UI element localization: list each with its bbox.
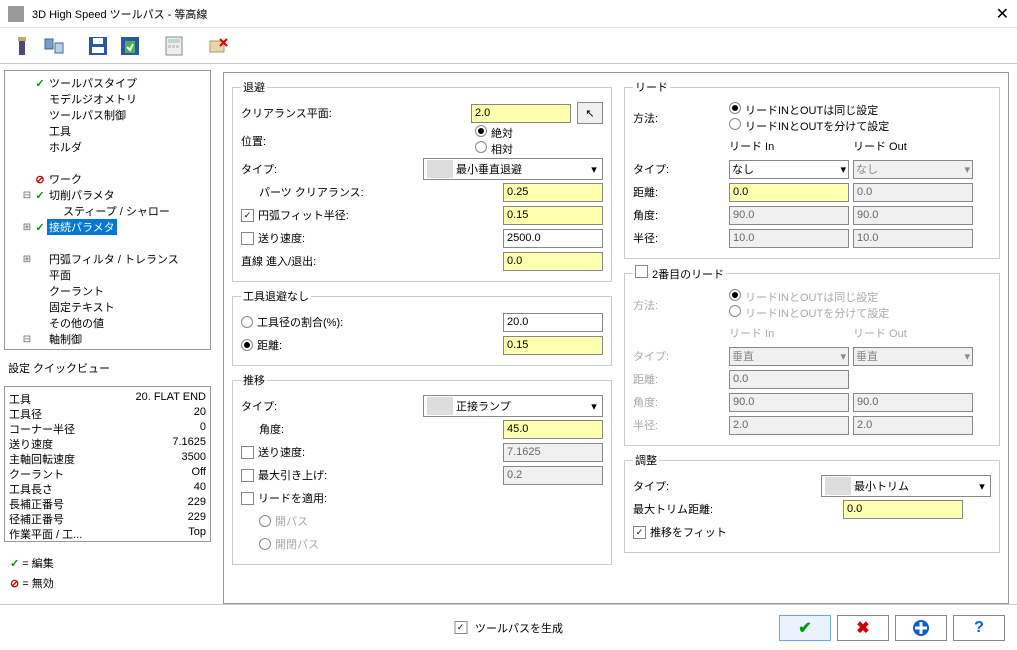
lead2-check[interactable] <box>635 265 648 278</box>
lead-type-in-select[interactable]: なし▾ <box>729 160 849 179</box>
trans-angle-input[interactable] <box>503 420 603 439</box>
lead2-type-in-select: 垂直▾ <box>729 347 849 366</box>
dist-label: 距離: <box>257 337 503 353</box>
trans-feed-label: 送り速度: <box>258 444 503 460</box>
lead-group: リード 方法: リードINとOUTは同じ設定 リードINとOUTを分けて設定 リ… <box>624 79 1000 259</box>
parts-clearance-input[interactable] <box>503 183 603 202</box>
tree-item-label[interactable]: その他の値 <box>47 315 106 331</box>
help-button[interactable]: ? <box>953 615 1005 641</box>
app-icon <box>8 6 24 22</box>
tree-item-label[interactable]: ツールパス制御 <box>47 107 128 123</box>
tool-icon[interactable] <box>10 34 34 58</box>
quickview: 工具20. FLAT END 工具径20コーナー半径0送り速度7.1625主軸回… <box>4 386 211 542</box>
cancel-button[interactable]: ✖ <box>837 615 889 641</box>
lead2-type-out-select: 垂直▾ <box>853 347 973 366</box>
trans-applylead-check[interactable] <box>241 492 254 505</box>
tree-item-label[interactable]: 円弧フィルタ / トレランス <box>47 251 181 267</box>
trans-angle-label: 角度: <box>259 421 503 437</box>
tree-item-label[interactable]: ワーク <box>47 171 84 187</box>
arcfit-label: 円弧フィット半径: <box>258 207 503 223</box>
tree-item-label[interactable]: ツールパスタイプ <box>47 75 139 91</box>
rel-radio[interactable] <box>475 141 487 153</box>
clearance-plane-label: クリアランス平面: <box>241 105 471 121</box>
generate-toolpath-check[interactable]: ツールパスを生成 <box>454 620 563 636</box>
lead2-group: 2番目のリード 方法: リードINとOUTは同じ設定 リードINとOUTを分けて… <box>624 265 1000 446</box>
tree-item-label[interactable]: 平面 <box>47 267 73 283</box>
window-title: 3D High Speed ツールパス - 等高線 <box>32 6 996 22</box>
add-button[interactable] <box>895 615 947 641</box>
feed-input[interactable] <box>503 229 603 248</box>
noretreat-group: 工具退避なし 工具径の割合(%): 距離: <box>232 288 612 366</box>
tree-item-label[interactable]: 固定テキスト <box>47 299 117 315</box>
tree-item-label[interactable]: 軸の組み合わせ <box>61 347 142 350</box>
arcfit-check[interactable] <box>241 209 254 222</box>
retreat-type-label: タイプ: <box>241 161 423 177</box>
openpath-radio <box>259 515 271 527</box>
quickview-title: 設定 クイックビュー <box>4 358 211 378</box>
tree-item-label[interactable]: モデルジオメトリ <box>47 91 139 107</box>
toolbar <box>0 28 1017 64</box>
openclose-radio <box>259 538 271 550</box>
adjust-type-select[interactable]: 最小トリム▾ <box>821 475 991 497</box>
compare-icon[interactable] <box>42 34 66 58</box>
lead-type-out-select: なし▾ <box>853 160 973 179</box>
transition-group: 推移 タイプ: 正接ランプ▾ 角度: 送り速度: <box>232 372 612 565</box>
lead2-m1-radio <box>729 289 741 301</box>
position-label: 位置: <box>241 133 475 149</box>
save-icon[interactable] <box>86 34 110 58</box>
nav-tree[interactable]: ✓ツールパスタイプモデルジオメトリツールパス制御工具ホルダ ⊘ワーク⊟✓切削パラ… <box>4 70 211 350</box>
parts-clearance-label: パーツ クリアランス: <box>259 184 503 200</box>
tree-item-label[interactable]: 接続パラメタ <box>47 219 117 235</box>
open-icon[interactable] <box>118 34 142 58</box>
toolpct-input[interactable] <box>503 313 603 332</box>
maxtrim-input[interactable] <box>843 500 963 519</box>
feed-check[interactable] <box>241 232 254 245</box>
close-icon[interactable]: ✕ <box>996 4 1009 24</box>
tree-item-label[interactable]: ホルダ <box>47 139 84 155</box>
trans-type-label: タイプ: <box>241 398 423 414</box>
trans-maxpull-check[interactable] <box>241 469 254 482</box>
toolpct-radio[interactable] <box>241 316 253 328</box>
toolpct-label: 工具径の割合(%): <box>257 314 503 330</box>
abs-radio[interactable] <box>475 125 487 137</box>
cancel-icon[interactable] <box>206 34 230 58</box>
lead-angle-out-input <box>853 206 973 225</box>
lead-angle-in-input <box>729 206 849 225</box>
tree-item-label[interactable]: クーラント <box>47 283 106 299</box>
dist-input[interactable] <box>503 336 603 355</box>
trans-applylead-label: リードを適用: <box>258 490 603 506</box>
trans-type-select[interactable]: 正接ランプ▾ <box>423 395 603 417</box>
lineinout-label: 直線 進入/退出: <box>241 253 503 269</box>
calc-icon[interactable] <box>162 34 186 58</box>
retreat-type-select[interactable]: 最小垂直退避▾ <box>423 158 603 180</box>
dist-radio[interactable] <box>241 339 253 351</box>
clearance-plane-input[interactable] <box>471 104 571 123</box>
adjust-group: 調整 タイプ: 最小トリム▾ 最大トリム距離: 推移をフィット <box>624 452 1000 553</box>
ok-button[interactable]: ✔ <box>779 615 831 641</box>
trans-feed-input <box>503 443 603 462</box>
tree-item-label[interactable]: 軸制御 <box>47 331 84 347</box>
lead-dist-in-input[interactable] <box>729 183 849 202</box>
feed-label: 送り速度: <box>258 230 503 246</box>
lead-method-label: 方法: <box>633 110 729 126</box>
pick-button[interactable]: ↖ <box>577 102 603 124</box>
lead-m2-radio[interactable] <box>729 118 741 130</box>
legend: ✓ = 編集 ⊘ = 無効 <box>4 550 211 598</box>
tree-item-label[interactable]: 工具 <box>47 123 73 139</box>
retreat-group: 退避 クリアランス平面: ↖ 位置: 絶対 相対 タイプ: <box>232 79 612 282</box>
arcfit-input[interactable] <box>503 206 603 225</box>
lead2-m2-radio <box>729 305 741 317</box>
tree-item-label[interactable]: スティープ / シャロー <box>61 203 172 219</box>
trans-maxpull-input <box>503 466 603 485</box>
lead-dist-out-input <box>853 183 973 202</box>
fit-check[interactable] <box>633 526 646 539</box>
trans-maxpull-label: 最大引き上げ: <box>258 467 503 483</box>
lead-radius-out-input <box>853 229 973 248</box>
tree-item-label[interactable]: 切削パラメタ <box>47 187 117 203</box>
lead-m1-radio[interactable] <box>729 102 741 114</box>
trans-feed-check[interactable] <box>241 446 254 459</box>
lineinout-input[interactable] <box>503 252 603 271</box>
lead-radius-in-input <box>729 229 849 248</box>
